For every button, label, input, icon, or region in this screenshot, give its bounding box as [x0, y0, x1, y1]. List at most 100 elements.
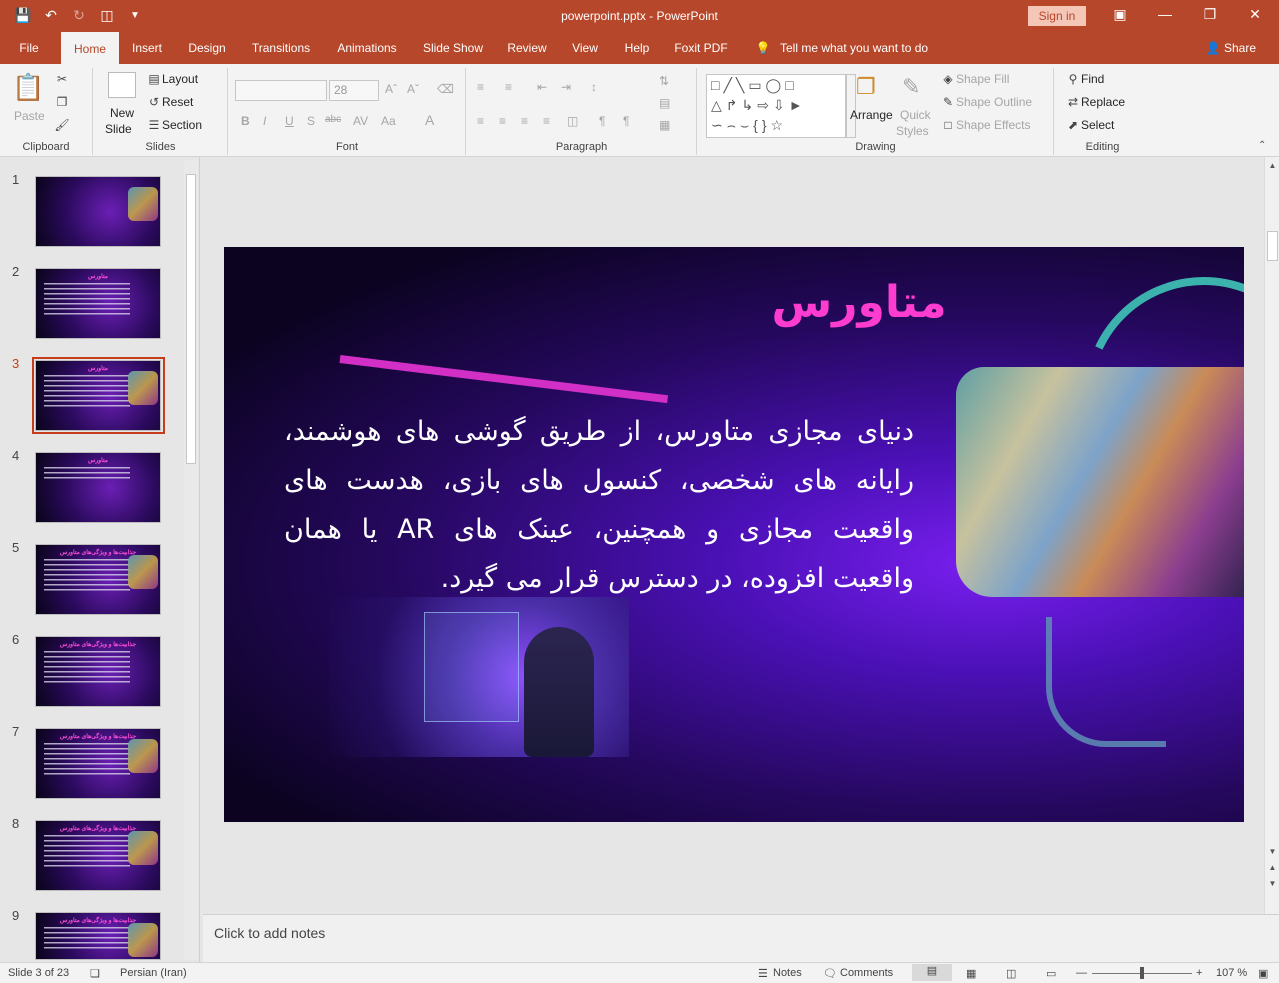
shape-outline-button[interactable]: ✎ Shape Outline: [940, 95, 1032, 109]
slide-thumbnail[interactable]: جذابیت‌ها و ویژگی‌های متاورس: [35, 636, 161, 707]
slide-thumbnail[interactable]: جذابیت‌ها و ویژگی‌های متاورس: [35, 912, 161, 960]
notes-pane[interactable]: Click to add notes: [203, 914, 1279, 962]
shape-effects-button[interactable]: □ Shape Effects: [940, 118, 1030, 132]
language-indicator[interactable]: Persian (Iran): [120, 967, 187, 979]
tab-home[interactable]: Home: [61, 32, 119, 64]
scroll-up-icon[interactable]: ▲: [1267, 161, 1278, 173]
slide-thumbnail[interactable]: متاورس: [35, 268, 161, 339]
tab-design[interactable]: Design: [180, 32, 234, 64]
comments-button[interactable]: Comments: [840, 967, 893, 979]
shapes-gallery[interactable]: □╱╲▭◯□ △↱↳⇨⇩► ∽⌢⌣{}☆: [706, 74, 846, 138]
line-spacing-icon[interactable]: ↕: [591, 80, 597, 94]
clear-formatting-icon[interactable]: ⌫: [437, 82, 454, 96]
reading-view-icon[interactable]: ◫: [1006, 967, 1016, 980]
new-slide-icon[interactable]: [108, 72, 136, 98]
tab-insert[interactable]: Insert: [124, 32, 170, 64]
shrink-font-icon[interactable]: Aˇ: [407, 82, 419, 96]
underline-icon[interactable]: U: [285, 114, 294, 128]
align-text-icon[interactable]: ▤: [659, 96, 670, 110]
slide-canvas[interactable]: متاورس دنیای مجازی متاورس، از طریق گوشی …: [224, 247, 1244, 822]
next-slide-icon[interactable]: ▼: [1267, 879, 1278, 891]
share-button[interactable]: Share: [1224, 32, 1260, 64]
arrange-icon[interactable]: ❐: [856, 74, 876, 100]
align-right-icon[interactable]: ≡: [521, 114, 528, 128]
format-painter-icon[interactable]: 🖌: [54, 118, 70, 132]
editor-scroll-thumb[interactable]: [1267, 231, 1278, 261]
tab-help[interactable]: Help: [616, 32, 658, 64]
select-button[interactable]: ⬈ Select: [1065, 118, 1114, 132]
justify-icon[interactable]: ≡: [543, 114, 550, 128]
tab-animations[interactable]: Animations: [328, 32, 406, 64]
slideshow-view-icon[interactable]: ▭: [1046, 967, 1056, 980]
align-center-icon[interactable]: ≡: [499, 114, 506, 128]
zoom-slider-knob[interactable]: [1140, 967, 1144, 979]
smartart-icon[interactable]: ▦: [659, 118, 670, 132]
thumbnails-scrollbar[interactable]: [184, 160, 198, 960]
numbering-icon[interactable]: ≡: [505, 80, 512, 94]
font-name-combo[interactable]: [235, 80, 327, 101]
font-size-combo[interactable]: 28: [329, 80, 379, 101]
find-button[interactable]: ⚲ Find: [1065, 72, 1105, 86]
tab-file[interactable]: File: [8, 32, 50, 64]
layout-button[interactable]: ▤ Layout: [146, 72, 198, 86]
slide-title[interactable]: متاورس: [744, 277, 974, 328]
thumbnails-scroll-thumb[interactable]: [186, 174, 196, 464]
minimize-icon[interactable]: —: [1155, 6, 1175, 24]
comments-icon[interactable]: 🗨: [823, 967, 837, 980]
sign-in-button[interactable]: Sign in: [1028, 6, 1086, 26]
slide-thumbnail[interactable]: متاورس: [35, 452, 161, 523]
slide-thumbnail[interactable]: جذابیت‌ها و ویژگی‌های متاورس: [35, 820, 161, 891]
share-person-icon[interactable]: 👤: [1204, 32, 1222, 64]
columns-icon[interactable]: ◫: [567, 114, 578, 128]
tab-view[interactable]: View: [564, 32, 606, 64]
align-left-icon[interactable]: ≡: [477, 114, 484, 128]
copy-icon[interactable]: ❐: [54, 95, 70, 109]
replace-button[interactable]: ⇄ Replace: [1065, 95, 1125, 109]
change-case-icon[interactable]: Aa: [381, 114, 396, 128]
text-direction-icon[interactable]: ⇅: [659, 74, 669, 88]
italic-icon[interactable]: I: [263, 114, 266, 128]
new-slide-label-1[interactable]: New: [110, 106, 134, 120]
decrease-indent-icon[interactable]: ⇤: [537, 80, 547, 94]
tab-foxit-pdf[interactable]: Foxit PDF: [668, 32, 734, 64]
cut-icon[interactable]: ✂: [54, 72, 70, 86]
zoom-out-icon[interactable]: —: [1076, 967, 1087, 979]
zoom-level[interactable]: 107 %: [1216, 967, 1247, 979]
normal-view-icon[interactable]: ▤: [912, 964, 952, 981]
editor-scrollbar[interactable]: ▲ ▼ ▲ ▼: [1264, 157, 1279, 914]
tell-me-search[interactable]: Tell me what you want to do: [780, 32, 940, 64]
slide-body-text[interactable]: دنیای مجازی متاورس، از طریق گوشی های هوش…: [284, 407, 914, 603]
restore-icon[interactable]: ❐: [1200, 6, 1220, 24]
shapes-more-icon[interactable]: [846, 74, 856, 138]
previous-slide-icon[interactable]: ▲: [1267, 863, 1278, 875]
bold-icon[interactable]: B: [241, 114, 250, 128]
paste-icon[interactable]: 📋: [12, 72, 44, 103]
slide-thumbnail[interactable]: [35, 176, 161, 247]
spell-check-icon[interactable]: ❏: [90, 967, 100, 980]
slide-thumbnail[interactable]: متاورس: [35, 360, 161, 431]
collapse-ribbon-icon[interactable]: ⌃: [1258, 140, 1266, 151]
strikethrough-icon[interactable]: abc: [325, 114, 341, 125]
ribbon-display-icon[interactable]: ▣: [1110, 6, 1130, 24]
section-button[interactable]: ☰ Section: [146, 118, 202, 132]
tab-transitions[interactable]: Transitions: [244, 32, 318, 64]
bullets-icon[interactable]: ≡: [477, 80, 484, 94]
notes-button[interactable]: Notes: [773, 967, 802, 979]
zoom-in-icon[interactable]: +: [1196, 967, 1202, 979]
arrange-button[interactable]: Arrange: [850, 108, 893, 122]
quick-styles-label-1[interactable]: Quick: [900, 108, 931, 122]
new-slide-label-2[interactable]: Slide: [105, 122, 132, 136]
scroll-down-icon[interactable]: ▼: [1267, 847, 1278, 859]
notes-icon[interactable]: ☰: [758, 967, 768, 980]
increase-indent-icon[interactable]: ⇥: [561, 80, 571, 94]
paste-button[interactable]: Paste: [14, 109, 45, 123]
rtl-icon[interactable]: ¶: [623, 114, 629, 128]
slide-thumbnail[interactable]: جذابیت‌ها و ویژگی‌های متاورس: [35, 544, 161, 615]
shape-fill-button[interactable]: ◈ Shape Fill: [940, 72, 1009, 86]
slide-sorter-icon[interactable]: ▦: [966, 967, 976, 980]
quick-styles-icon[interactable]: ✎: [902, 74, 920, 100]
notes-placeholder[interactable]: Click to add notes: [214, 925, 325, 941]
char-spacing-icon[interactable]: AV: [353, 114, 368, 128]
grow-font-icon[interactable]: Aˆ: [385, 82, 397, 96]
close-icon[interactable]: ✕: [1245, 6, 1265, 24]
